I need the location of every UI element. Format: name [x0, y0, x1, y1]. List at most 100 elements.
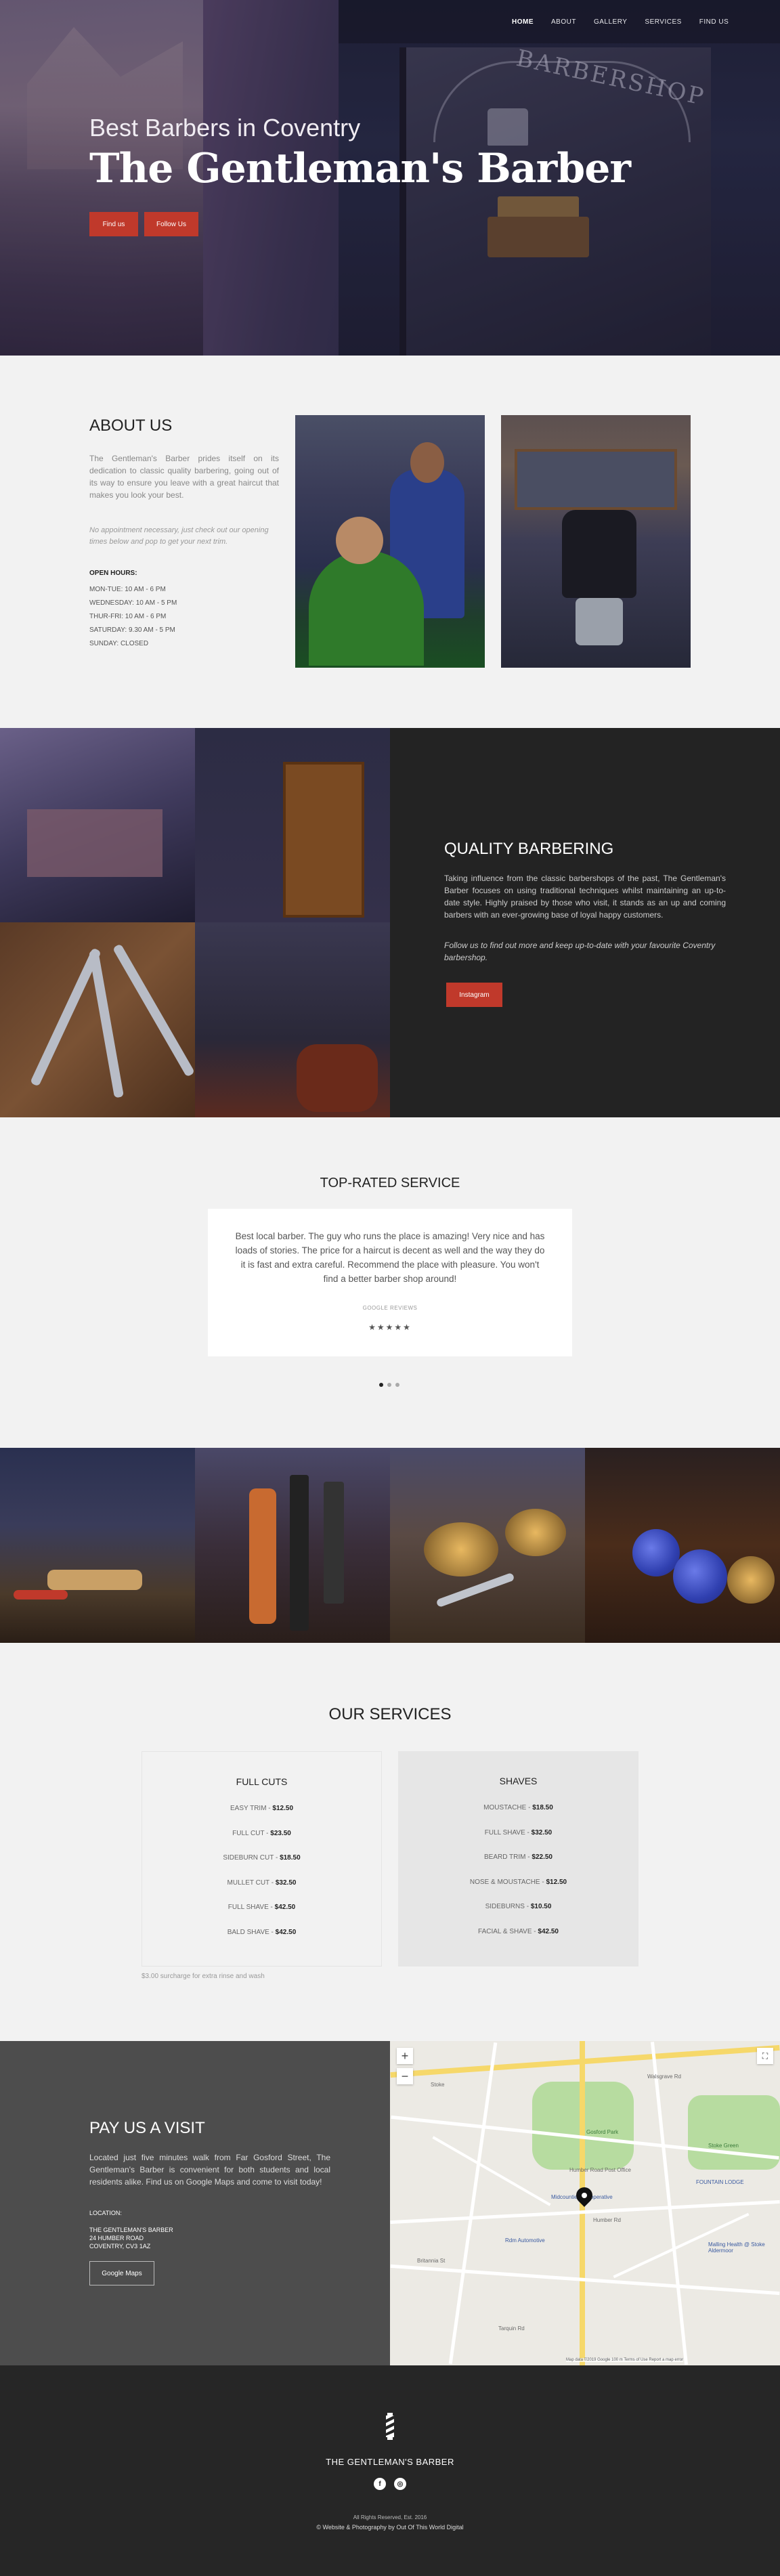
barber-pole-icon	[386, 2413, 394, 2440]
review-quote: Best local barber. The guy who runs the …	[235, 1231, 545, 1284]
full-cuts-card: FULL CUTS EASY TRIM - $12.50 FULL CUT - …	[142, 1751, 382, 1967]
nav-home[interactable]: HOME	[512, 18, 534, 26]
map-label: Stoke Green	[708, 2143, 739, 2149]
scissors-blade	[89, 949, 124, 1098]
barber-head	[410, 442, 444, 483]
barber-cutting-photo	[295, 415, 485, 668]
testimonial-section: TOP-RATED SERVICE Best local barber. The…	[0, 1117, 780, 1448]
cabinet	[283, 762, 364, 918]
instagram-icon[interactable]: ◎	[394, 2478, 406, 2490]
surcharge-note: $3.00 surcharge for extra rinse and wash	[142, 1973, 265, 1980]
hours-item: THUR-FRI: 10 AM - 6 PM	[89, 613, 167, 620]
review-source: GOOGLE REVIEWS	[362, 1305, 418, 1311]
address: THE GENTLEMAN'S BARBER 24 HUMBER ROAD CO…	[89, 2226, 173, 2250]
review-card: Best local barber. The guy who runs the …	[208, 1209, 572, 1356]
reflected-building	[27, 809, 162, 877]
quality-text: Taking influence from the classic barber…	[444, 874, 726, 920]
shaves-card: SHAVES MOUSTACHE - $18.50 FULL SHAVE - $…	[398, 1751, 638, 1967]
map-label: Tarquin Rd	[498, 2325, 525, 2332]
services-heading: OUR SERVICES	[328, 1705, 452, 1723]
follow-us-button[interactable]: Follow Us	[144, 212, 198, 236]
location-label: LOCATION:	[89, 2210, 122, 2216]
map-embed[interactable]: Gosford Park Humber Road Post Office Mid…	[390, 2041, 780, 2365]
client-cape	[309, 551, 424, 666]
quality-heading: QUALITY BARBERING	[444, 840, 614, 858]
price-item: NOSE & MOUSTACHE - $12.50	[469, 1878, 567, 1886]
carousel-dot[interactable]	[379, 1383, 383, 1387]
footer-brand: THE GENTLEMAN'S BARBER	[326, 2457, 454, 2467]
quality-section: QUALITY BARBERING Taking influence from …	[0, 728, 780, 1117]
credit-text[interactable]: © Website & Photography by Out Of This W…	[0, 2524, 780, 2531]
price-item: SIDEBURNS - $10.50	[485, 1903, 552, 1910]
map-label: Britannia St	[417, 2258, 446, 2264]
carousel-dot[interactable]	[395, 1383, 399, 1387]
open-hours-list: MON-TUE: 10 AM - 6 PM WEDNESDAY: 10 AM -…	[89, 583, 177, 651]
price-item: EASY TRIM - $12.50	[230, 1805, 294, 1812]
google-maps-button[interactable]: Google Maps	[89, 2261, 154, 2285]
pomade-tin	[505, 1509, 566, 1556]
leather-chair	[297, 1044, 378, 1112]
black-brush	[324, 1482, 344, 1604]
barber-chair-photo	[501, 415, 691, 668]
fullscreen-icon[interactable]: ⛶	[757, 2048, 773, 2064]
visit-text: Located just five minutes walk from Far …	[89, 2153, 330, 2187]
scissors-blade	[112, 943, 195, 1077]
map-label: Walsgrave Rd	[647, 2074, 681, 2080]
carousel-dots	[379, 1383, 399, 1387]
wooden-tin	[727, 1556, 775, 1604]
map-label: Humber Road Post Office	[569, 2167, 632, 2173]
instagram-button[interactable]: Instagram	[446, 983, 502, 1007]
carousel-dot[interactable]	[387, 1383, 391, 1387]
hours-item: MON-TUE: 10 AM - 6 PM	[89, 586, 166, 593]
shaves-list: MOUSTACHE - $18.50 FULL SHAVE - $32.50 B…	[398, 1804, 638, 1952]
price-item: MULLET CUT - $32.50	[227, 1879, 297, 1887]
scissors-blade	[30, 947, 102, 1087]
price-item: FULL CUT - $23.50	[232, 1829, 291, 1837]
gallery-combs-photo[interactable]	[195, 1448, 390, 1643]
quality-follow-text: Follow us to find out more and keep up-t…	[444, 941, 716, 962]
testimonial-heading: TOP-RATED SERVICE	[320, 1176, 460, 1190]
top-nav: HOME ABOUT GALLERY SERVICES FIND US	[339, 0, 780, 43]
facebook-icon[interactable]: f	[374, 2478, 386, 2490]
blue-jar	[632, 1529, 680, 1576]
find-us-button[interactable]: Find us	[89, 212, 138, 236]
visit-section: PAY US A VISIT Located just five minutes…	[0, 2041, 390, 2365]
price-item: FULL SHAVE - $32.50	[484, 1828, 552, 1837]
about-heading: ABOUT US	[89, 416, 173, 435]
zoom-in-button[interactable]: +	[397, 2048, 413, 2064]
nav-find-us[interactable]: FIND US	[699, 18, 729, 26]
map-road-main	[390, 2044, 780, 2078]
hero-title: The Gentleman's Barber	[89, 145, 631, 192]
map-road	[448, 2042, 498, 2365]
shaves-title: SHAVES	[499, 1776, 538, 1786]
hair-brush	[47, 1570, 142, 1590]
wooden-brush	[249, 1488, 276, 1624]
copyright-text: All Rights Reserved, Est. 2016	[353, 2514, 427, 2520]
gallery-pomade-photo[interactable]	[390, 1448, 585, 1643]
map-label: Rdm Automotive	[505, 2237, 545, 2244]
black-comb	[290, 1475, 309, 1631]
gallery-brushes-photo[interactable]	[0, 1448, 195, 1643]
price-item: SIDEBURN CUT - $18.50	[223, 1854, 301, 1862]
price-item: BEARD TRIM - $22.50	[484, 1853, 552, 1861]
gallery-jars-photo[interactable]	[585, 1448, 780, 1643]
star-rating: ★★★★★	[368, 1323, 412, 1332]
price-item: FACIAL & SHAVE - $42.50	[478, 1927, 559, 1935]
price-item: FULL SHAVE - $42.50	[228, 1904, 296, 1911]
hours-item: SATURDAY: 9.30 AM - 5 PM	[89, 626, 175, 634]
wooden-cabinet-photo	[195, 728, 390, 922]
hero-subtitle: Best Barbers in Coventry	[89, 114, 361, 142]
nav-services[interactable]: SERVICES	[645, 18, 681, 26]
price-item: MOUSTACHE - $18.50	[483, 1804, 553, 1811]
footer: THE GENTLEMAN'S BARBER f ◎ All Rights Re…	[0, 2365, 780, 2576]
map-attribution[interactable]: Map data ©2019 Google 100 m Terms of Use…	[566, 2358, 684, 2362]
nav-gallery[interactable]: GALLERY	[594, 18, 627, 26]
price-item: BALD SHAVE - $42.50	[227, 1928, 297, 1936]
gallery-strip	[0, 1448, 780, 1643]
mirror	[515, 449, 677, 510]
chair-base	[576, 598, 623, 645]
zoom-out-button[interactable]: −	[397, 2068, 413, 2084]
map-label: Malling Health @ Stoke Aldermoor	[708, 2241, 765, 2254]
nav-about[interactable]: ABOUT	[551, 18, 576, 26]
about-section: ABOUT US The Gentleman's Barber prides i…	[0, 356, 780, 728]
